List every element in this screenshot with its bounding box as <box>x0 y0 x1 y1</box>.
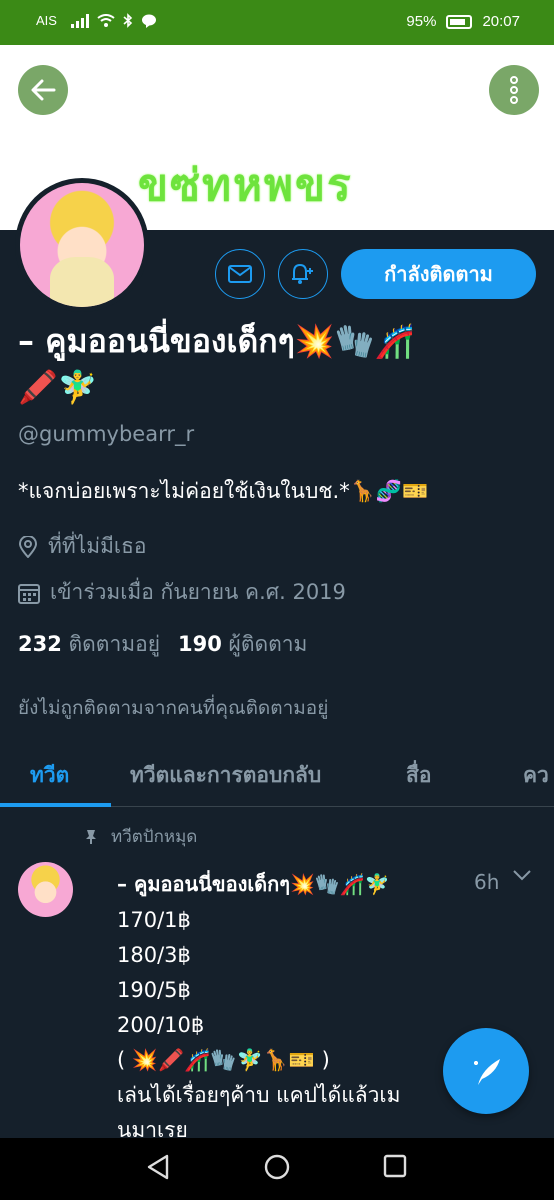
followers-label: ผู้ติดตาม <box>228 632 308 656</box>
tweet-body: 170/1฿ 180/3฿ 190/5฿ 200/10฿ ( 💥🖍️🎢🧤🧚‍♂️… <box>117 908 401 1142</box>
clock: 20:07 <box>482 13 520 30</box>
square-recents-icon <box>383 1154 407 1178</box>
profile-handle: @gummybearr_r <box>18 422 195 446</box>
signal-icon <box>70 13 89 28</box>
battery-icon <box>446 14 473 29</box>
location-row: ที่ที่ไม่มีเธอ <box>18 530 147 563</box>
followers-count: 190 <box>178 632 222 656</box>
pinned-label-text: ทวีตปักหมุด <box>111 827 198 847</box>
bluetooth-icon <box>123 13 133 28</box>
profile-tabs: ทวีต ทวีตและการตอบกลับ สื่อ คว <box>0 743 554 807</box>
message-button[interactable] <box>215 249 265 299</box>
pin-icon <box>86 829 96 844</box>
followers-link[interactable]: 190 ผู้ติดตาม <box>178 628 307 661</box>
banner-text: ขซ่ทหพขร <box>138 160 353 211</box>
profile-avatar[interactable] <box>15 178 149 312</box>
carrier-label: AIS <box>36 13 57 28</box>
bell-plus-icon <box>292 263 313 284</box>
status-right: 95% 20:07 <box>406 13 520 30</box>
mail-icon <box>228 265 252 283</box>
compose-tweet-button[interactable] <box>443 1028 529 1114</box>
battery-percent: 95% <box>406 13 437 30</box>
tab-likes[interactable]: คว <box>523 759 549 792</box>
nav-home-button[interactable] <box>264 1154 290 1184</box>
follow-counts: 232 ติดตามอยู่ 190 ผู้ติดตาม <box>18 628 307 661</box>
profile-name: – คูมออนนี่ของเด็กๆ💥🧤🎢 🖍️🧚‍♂️ <box>18 318 538 410</box>
following-link[interactable]: 232 ติดตามอยู่ <box>18 628 160 661</box>
join-date-row: เข้าร่วมเมื่อ กันยายน ค.ศ. 2019 <box>18 576 346 609</box>
calendar-icon <box>18 583 40 604</box>
profile-bio: *แจกบ่อยเพราะไม่ค่อยใช้เงินในบช.*🦒🧬🎫 <box>18 479 429 503</box>
compose-tweet-icon <box>474 1059 500 1085</box>
wifi-icon <box>97 13 115 27</box>
status-left: AIS <box>36 13 157 28</box>
circle-home-icon <box>264 1154 290 1180</box>
tab-media[interactable]: สื่อ <box>406 759 431 792</box>
back-arrow-icon <box>31 79 56 101</box>
line-app-icon <box>141 14 156 28</box>
nav-back-button[interactable] <box>146 1154 170 1184</box>
following-button[interactable]: กำลังติดตาม <box>341 249 536 299</box>
location-text: ที่ที่ไม่มีเธอ <box>48 534 147 558</box>
notifications-button[interactable] <box>278 249 328 299</box>
triangle-back-icon <box>147 1154 169 1180</box>
tab-tweets[interactable]: ทวีต <box>30 759 69 792</box>
nav-recents-button[interactable] <box>383 1154 407 1182</box>
more-vertical-icon <box>510 76 518 104</box>
tweet-avatar[interactable] <box>18 862 73 917</box>
following-count: 232 <box>18 632 62 656</box>
pinned-tweet-label: ทวีตปักหมุด <box>85 823 197 850</box>
following-label: ติดตามอยู่ <box>68 632 160 656</box>
not-followed-notice: ยังไม่ถูกติดตามจากคนที่คุณติดตามอยู่ <box>18 697 329 719</box>
back-button[interactable] <box>18 65 68 115</box>
profile-name-text: – คูมออนนี่ของเด็กๆ💥🧤🎢 🖍️🧚‍♂️ <box>18 322 415 406</box>
tab-tweets-replies[interactable]: ทวีตและการตอบกลับ <box>130 759 321 792</box>
more-options-button[interactable] <box>489 65 539 115</box>
tweet-author-name[interactable]: – คูมออนนี่ของเด็กๆ💥🧤🎢🧚‍♂️ <box>117 868 390 900</box>
system-nav-bar <box>0 1138 554 1200</box>
chevron-down-icon <box>513 870 531 881</box>
tweet-menu-button[interactable] <box>512 866 532 885</box>
location-pin-icon <box>18 535 38 558</box>
active-tab-indicator <box>0 803 111 807</box>
join-date-text: เข้าร่วมเมื่อ กันยายน ค.ศ. 2019 <box>50 580 346 604</box>
tweet-timestamp: 6h <box>474 870 500 894</box>
status-bar: AIS 95% 20:07 <box>0 0 554 45</box>
avatar-image <box>20 183 144 307</box>
